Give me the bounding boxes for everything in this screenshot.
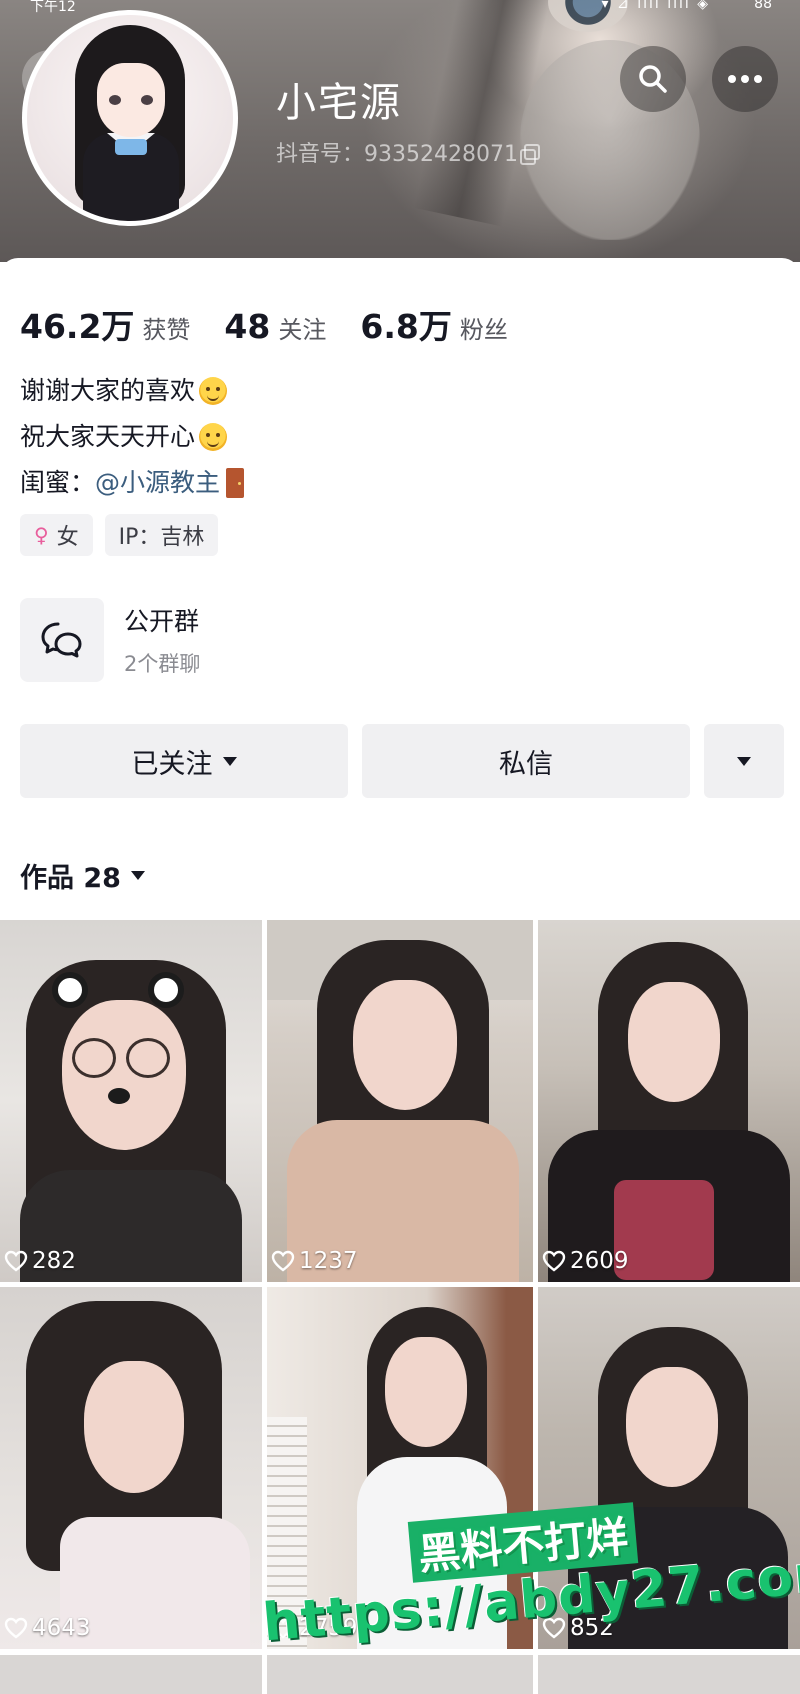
- following-label: 已关注: [131, 748, 213, 780]
- stat-label: 获赞: [142, 316, 191, 344]
- bio-mention-link[interactable]: @小源教主: [95, 460, 220, 506]
- stat-followers[interactable]: 6.8万 粉丝: [360, 300, 507, 348]
- group-subtitle: 2个群聊: [124, 652, 201, 676]
- bio-text: 闺蜜：: [20, 468, 96, 497]
- like-count: 282: [4, 1248, 76, 1274]
- bio-line: 祝大家天天开心: [20, 414, 244, 460]
- like-count-text: 282: [32, 1248, 76, 1274]
- public-group-entry[interactable]: 公开群 2个群聊: [20, 598, 200, 682]
- video-thumbnail[interactable]: 2609: [538, 920, 800, 1282]
- status-time: 下午12: [30, 0, 76, 15]
- caret-down-icon: [222, 756, 237, 766]
- caret-down-icon: [737, 756, 751, 766]
- like-count-text: 1237: [299, 1248, 358, 1274]
- douyin-id-row[interactable]: 抖音号：93352428071: [276, 136, 540, 168]
- action-buttons: 已关注 私信: [20, 724, 784, 798]
- heart-icon: [4, 1617, 28, 1639]
- tab-works[interactable]: 作品 28: [20, 856, 145, 895]
- copy-icon[interactable]: [519, 144, 540, 165]
- douyin-id-text: 抖音号：93352428071: [276, 142, 518, 167]
- stat-following[interactable]: 48 关注: [224, 307, 326, 346]
- message-button[interactable]: 私信: [362, 724, 690, 798]
- search-button[interactable]: [620, 46, 686, 112]
- watermark: 黑料不打烊 https://abdy27.com: [261, 1502, 800, 1694]
- bio-text: 祝大家天天开心: [20, 422, 196, 451]
- profile-nickname: 小宅源: [276, 80, 402, 126]
- like-count: 4643: [4, 1615, 91, 1641]
- more-options-button[interactable]: [712, 46, 778, 112]
- like-count: 2609: [542, 1248, 629, 1274]
- video-thumbnail[interactable]: 4643: [0, 1287, 262, 1649]
- heart-icon: [4, 1250, 28, 1272]
- recommend-toggle-button[interactable]: [704, 724, 784, 798]
- like-count-text: 2609: [570, 1248, 629, 1274]
- bio-line: 谢谢大家的喜欢: [20, 368, 244, 414]
- caret-down-icon: [130, 871, 145, 880]
- grin-emoji-icon: [199, 377, 228, 405]
- gender-tag: ♀ 女: [20, 514, 93, 556]
- profile-banner: 下午12 ▾ ⊿ ıııl ıııl ◈ 88 小宅源 抖音号：93352428…: [0, 0, 800, 262]
- profile-card: 46.2万 获赞 48 关注 6.8万 粉丝 谢谢大家的喜欢 祝大家天天开心 闺…: [0, 258, 800, 918]
- stat-label: 关注: [278, 316, 327, 344]
- heart-icon: [542, 1250, 566, 1272]
- more-horizontal-icon: [728, 75, 762, 83]
- message-label: 私信: [499, 748, 553, 780]
- video-thumbnail[interactable]: 282: [0, 920, 262, 1282]
- door-emoji-icon: [226, 468, 245, 498]
- stat-value: 6.8万: [360, 307, 452, 346]
- group-text: 公开群 2个群聊: [124, 602, 200, 678]
- following-button[interactable]: 已关注: [20, 724, 348, 798]
- status-battery: 88: [754, 0, 772, 12]
- stat-value: 46.2万: [20, 307, 135, 346]
- stats-row: 46.2万 获赞 48 关注 6.8万 粉丝: [20, 300, 542, 348]
- ip-location-tag: IP：吉林: [104, 514, 219, 556]
- like-count-text: 4643: [32, 1615, 91, 1641]
- profile-tags: ♀ 女 IP：吉林: [20, 514, 219, 556]
- gender-label: 女: [56, 525, 79, 550]
- tab-works-label: 作品 28: [20, 863, 121, 894]
- ip-location-label: IP：吉林: [118, 525, 205, 550]
- group-title: 公开群: [124, 607, 200, 636]
- video-thumbnail[interactable]: 1237: [267, 920, 533, 1282]
- female-icon: ♀: [34, 523, 49, 547]
- video-thumbnail-partial[interactable]: [0, 1655, 262, 1694]
- like-count: 1237: [271, 1248, 358, 1274]
- avatar-image: [27, 15, 233, 221]
- stat-label: 粉丝: [459, 316, 508, 344]
- profile-bio: 谢谢大家的喜欢 祝大家天天开心 闺蜜： @小源教主: [20, 368, 245, 506]
- status-signal-icons: ▾ ⊿ ıııl ıııl ◈: [601, 0, 710, 12]
- stat-likes: 46.2万 获赞: [20, 300, 190, 348]
- heart-icon: [271, 1250, 295, 1272]
- group-chat-icon: [20, 598, 104, 682]
- stat-value: 48: [224, 307, 271, 346]
- bio-text: 谢谢大家的喜欢: [20, 376, 196, 405]
- bio-line: 闺蜜： @小源教主: [20, 460, 245, 506]
- avatar[interactable]: [22, 10, 238, 226]
- smile-emoji-icon: [199, 423, 228, 451]
- search-icon: [639, 65, 667, 93]
